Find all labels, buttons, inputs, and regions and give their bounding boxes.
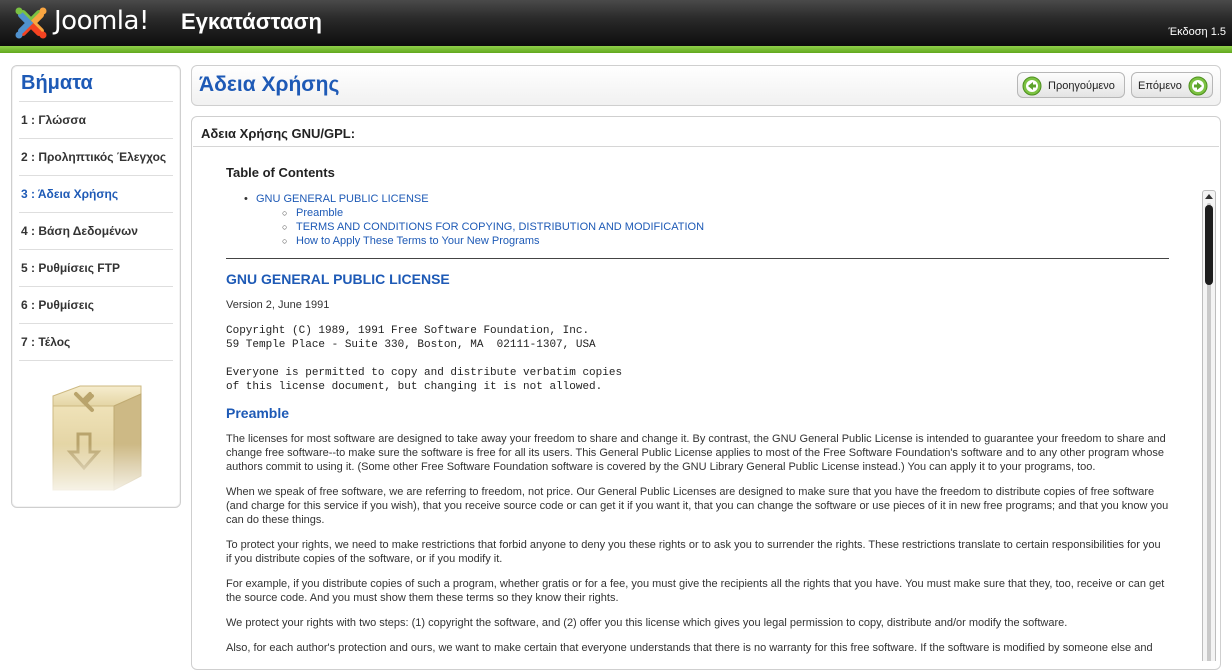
step-database: 4 : Βάση Δεδομένων [19, 212, 173, 249]
license-text-frame[interactable]: Table of Contents GNU GENERAL PUBLIC LIC… [199, 153, 1216, 661]
gpl-title: GNU GENERAL PUBLIC LICENSE [226, 271, 450, 287]
license-scrollbar[interactable] [1202, 190, 1216, 661]
steps-list: 1 : Γλώσσα 2 : Προληπτικός Έλεγχος 3 : Ά… [19, 101, 173, 361]
license-paragraph: When we speak of free software, we are r… [226, 486, 1169, 526]
scroll-thumb[interactable] [1205, 205, 1213, 285]
heading-divider [193, 146, 1219, 147]
header-bar: Joomla! Εγκατάσταση Έκδοση 1.5 [0, 0, 1232, 46]
license-paragraph: Also, for each author's protection and o… [226, 642, 1153, 654]
joomla-wordmark: Joomla! [54, 6, 149, 36]
steps-sidebar: Βήματα 1 : Γλώσσα 2 : Προληπτικός Έλεγχο… [11, 65, 181, 508]
step-precheck: 2 : Προληπτικός Έλεγχος [19, 138, 173, 175]
document-divider [226, 258, 1169, 259]
step-license: 3 : Άδεια Χρήσης [19, 175, 173, 212]
toc-title: Table of Contents [226, 165, 335, 180]
page-title: Άδεια Χρήσης [199, 73, 340, 96]
license-heading: Αδεια Χρήσης GNU/GPL: [201, 126, 356, 141]
copyright-block: Copyright (C) 1989, 1991 Free Software F… [226, 325, 596, 351]
toc-link-terms[interactable]: TERMS AND CONDITIONS FOR COPYING, DISTRI… [296, 221, 704, 233]
step-ftp: 5 : Ρυθμίσεις FTP [19, 249, 173, 286]
preamble-title: Preamble [226, 405, 290, 421]
license-version: Version 2, June 1991 [226, 299, 330, 311]
toc-link-how-to-apply[interactable]: How to Apply These Terms to Your New Pro… [296, 235, 540, 247]
license-paragraph: To protect your rights, we need to make … [226, 539, 1161, 565]
toc-link-preamble[interactable]: Preamble [296, 207, 343, 219]
step-settings: 6 : Ρυθμίσεις [19, 286, 173, 323]
step-finish: 7 : Τέλος [19, 323, 173, 361]
toc-link-gpl[interactable]: GNU GENERAL PUBLIC LICENSE [256, 193, 429, 205]
license-paragraph: For example, if you distribute copies of… [226, 578, 1165, 604]
next-button-label: Επόμενο [1138, 80, 1182, 92]
install-box-icon [50, 385, 144, 494]
scroll-up-arrow-icon[interactable] [1205, 194, 1213, 199]
version-label: Έκδοση 1.5 [1168, 26, 1227, 38]
steps-title: Βήματα [21, 72, 93, 94]
joomla-logo-icon [15, 7, 47, 39]
table-of-contents: GNU GENERAL PUBLIC LICENSE Preamble TERM… [244, 192, 704, 248]
license-paragraph: The licenses for most software are desig… [226, 433, 1166, 473]
previous-button-label: Προηγούμενο [1048, 80, 1115, 92]
permission-block: Everyone is permitted to copy and distri… [226, 367, 623, 393]
header-stripe [0, 46, 1232, 53]
joomla-logo: Joomla! [14, 4, 174, 42]
step-language: 1 : Γλώσσα [19, 101, 173, 138]
app-title: Εγκατάσταση [181, 9, 322, 34]
page-titlebar: Άδεια Χρήσης Προηγούμενο Επόμενο [191, 65, 1221, 106]
license-panel: Αδεια Χρήσης GNU/GPL: Table of Contents … [191, 116, 1221, 670]
license-paragraph: We protect your rights with two steps: (… [226, 617, 1068, 629]
next-button[interactable]: Επόμενο [1131, 72, 1213, 98]
arrow-left-icon [1022, 76, 1042, 96]
arrow-right-icon [1188, 76, 1208, 96]
previous-button[interactable]: Προηγούμενο [1017, 72, 1125, 98]
